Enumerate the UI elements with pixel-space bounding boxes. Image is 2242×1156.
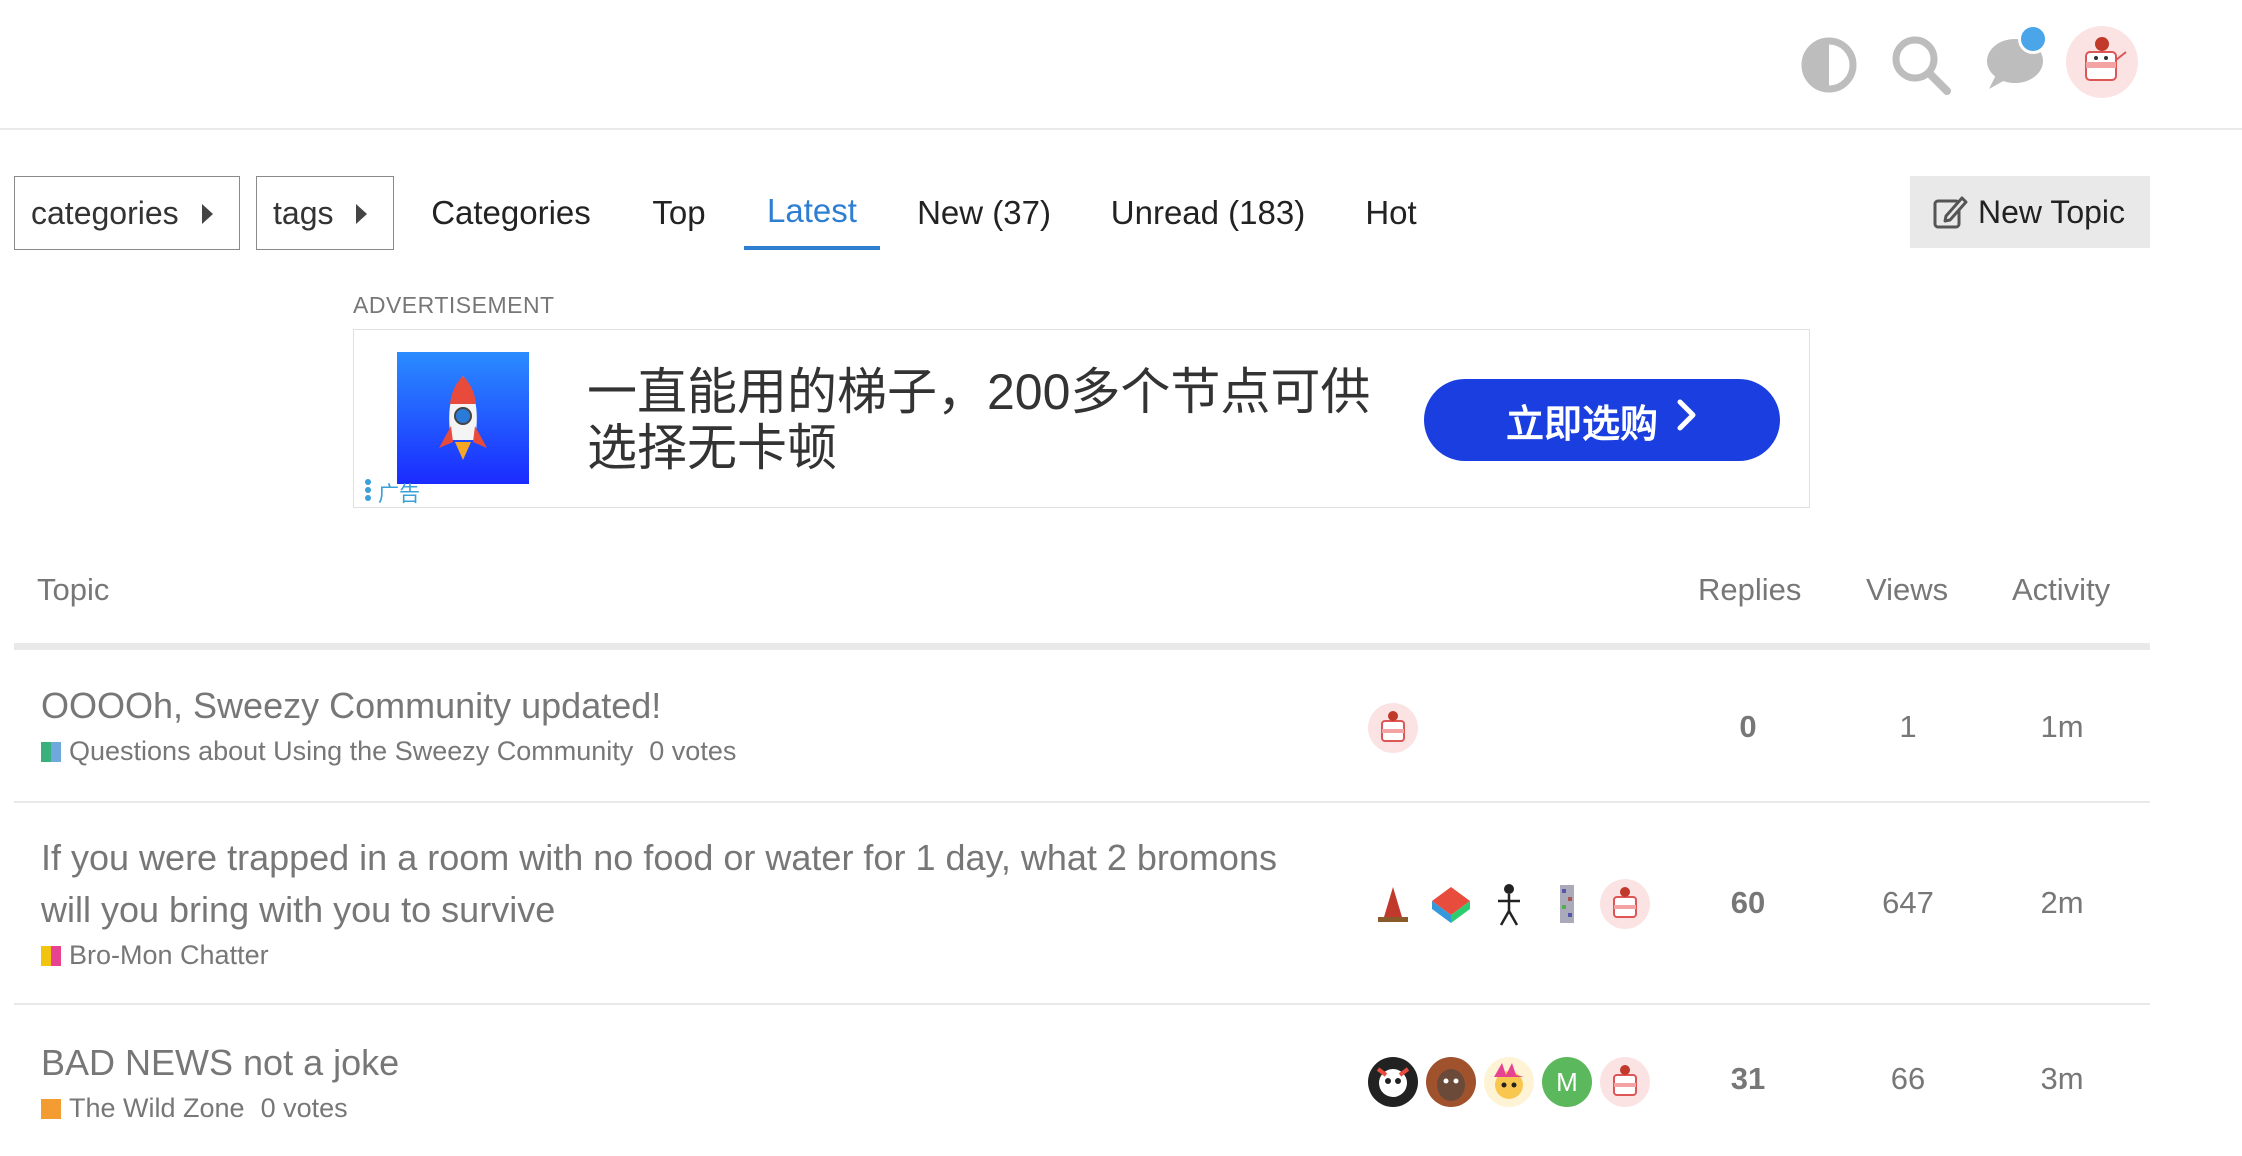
- chevron-right-icon: [1676, 398, 1698, 442]
- views-count: 66: [1890, 1061, 1926, 1096]
- ad-rocket-image: [397, 352, 529, 484]
- poster-avatars: [1368, 879, 1650, 929]
- caret-right-icon: [202, 204, 213, 224]
- poster-avatar[interactable]: [1368, 1057, 1418, 1107]
- table-row[interactable]: If you were trapped in a room with no fo…: [14, 803, 2150, 1005]
- tags-dropdown[interactable]: tags: [256, 176, 394, 250]
- tags-dropdown-label: tags: [273, 194, 334, 231]
- new-topic-button[interactable]: New Topic: [1910, 176, 2150, 248]
- votes-count: 0 votes: [649, 736, 737, 766]
- nav-unread[interactable]: Unread (183): [1100, 176, 1316, 250]
- ad-text: 一直能用的梯子，200多个节点可供选择无卡顿: [587, 364, 1371, 476]
- header-replies[interactable]: Replies: [1698, 572, 1801, 608]
- poster-avatar[interactable]: [1368, 703, 1418, 753]
- table-row[interactable]: BAD NEWS not a joke The Wild Zone 0 vote…: [14, 1005, 2150, 1156]
- poster-avatar[interactable]: [1484, 1057, 1534, 1107]
- activity-time[interactable]: 2m: [2002, 885, 2122, 921]
- poster-avatar[interactable]: [1426, 1057, 1476, 1107]
- contrast-icon[interactable]: [1790, 26, 1868, 104]
- category-badge-icon: [41, 945, 61, 966]
- caret-right-icon: [356, 204, 367, 224]
- nav-top[interactable]: Top: [636, 176, 722, 250]
- category-badge-icon: [41, 1098, 61, 1119]
- poster-avatars: [1368, 703, 1418, 753]
- votes-count: 0 votes: [260, 1093, 348, 1123]
- replies-count[interactable]: 0: [1688, 709, 1808, 745]
- poster-avatar[interactable]: [1542, 879, 1592, 929]
- topic-meta: Bro-Mon Chatter: [41, 940, 269, 971]
- activity-time[interactable]: 3m: [2002, 1061, 2122, 1097]
- poster-initial: M: [1556, 1066, 1578, 1097]
- poster-avatar[interactable]: [1600, 1057, 1650, 1107]
- site-header: [0, 0, 2242, 130]
- categories-dropdown[interactable]: categories: [14, 176, 240, 250]
- poster-avatar[interactable]: [1600, 879, 1650, 929]
- views-count: 647: [1882, 885, 1934, 920]
- categories-dropdown-label: categories: [31, 194, 179, 231]
- new-topic-label: New Topic: [1978, 193, 2126, 230]
- advertisement-label: ADVERTISEMENT: [353, 292, 555, 318]
- nav-new[interactable]: New (37): [906, 176, 1062, 250]
- topic-list-header: Topic Replies Views Activity: [14, 548, 2150, 650]
- category-link[interactable]: The Wild Zone: [69, 1093, 245, 1124]
- header-activity[interactable]: Activity: [2012, 572, 2110, 608]
- poster-avatar[interactable]: M: [1542, 1057, 1592, 1107]
- views-count: 1: [1899, 709, 1917, 744]
- topic-title[interactable]: If you were trapped in a room with no fo…: [41, 832, 1331, 936]
- poster-avatar[interactable]: [1484, 879, 1534, 929]
- ad-banner[interactable]: 一直能用的梯子，200多个节点可供选择无卡顿 立即选购 广告: [353, 329, 1810, 508]
- topic-meta: Questions about Using the Sweezy Communi…: [41, 736, 736, 767]
- poster-avatars: M: [1368, 1057, 1650, 1107]
- category-link[interactable]: Bro-Mon Chatter: [69, 940, 269, 971]
- user-avatar[interactable]: [2066, 26, 2138, 98]
- nav-categories[interactable]: Categories: [420, 176, 602, 250]
- ad-mark-label: 广告: [378, 483, 420, 506]
- poster-avatar[interactable]: [1368, 879, 1418, 929]
- poster-avatar[interactable]: [1426, 879, 1476, 929]
- header-topic[interactable]: Topic: [37, 572, 109, 608]
- topic-title[interactable]: BAD NEWS not a joke: [41, 1037, 399, 1089]
- pencil-square-icon: [1932, 194, 1968, 238]
- notification-dot: [2018, 24, 2048, 54]
- header-views[interactable]: Views: [1866, 572, 1948, 608]
- table-row[interactable]: OOOOh, Sweezy Community updated! Questio…: [14, 655, 2150, 803]
- ad-mark[interactable]: 广告: [364, 478, 420, 508]
- nav-hot[interactable]: Hot: [1354, 176, 1428, 250]
- activity-time[interactable]: 1m: [2002, 709, 2122, 745]
- category-link[interactable]: Questions about Using the Sweezy Communi…: [69, 736, 633, 767]
- ad-buy-button[interactable]: 立即选购: [1424, 379, 1780, 461]
- category-badge-icon: [41, 741, 61, 762]
- topic-title[interactable]: OOOOh, Sweezy Community updated!: [41, 680, 661, 732]
- search-icon[interactable]: [1882, 26, 1960, 104]
- topic-meta: The Wild Zone 0 votes: [41, 1093, 348, 1124]
- navigation-bar: categories tags Categories Top Latest Ne…: [0, 176, 2242, 250]
- ad-buy-label: 立即选购: [1505, 403, 1658, 446]
- replies-count[interactable]: 31: [1688, 1061, 1808, 1097]
- nav-latest[interactable]: Latest: [744, 176, 880, 250]
- more-vertical-icon: [364, 478, 372, 508]
- replies-count[interactable]: 60: [1688, 885, 1808, 921]
